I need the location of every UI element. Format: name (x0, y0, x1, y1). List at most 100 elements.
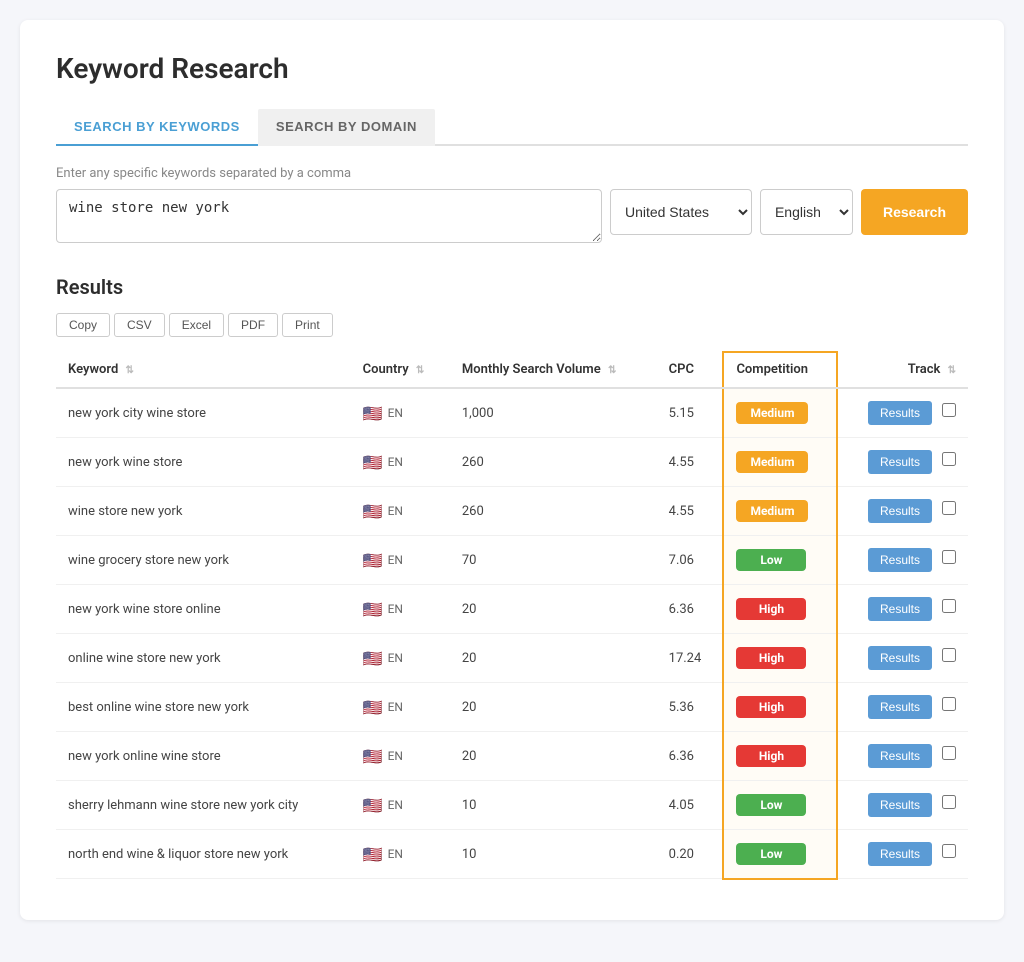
results-link-button[interactable]: Results (868, 401, 932, 425)
col-track: Track ⇅ (837, 352, 968, 388)
sort-country-icon[interactable]: ⇅ (416, 365, 424, 376)
tabs-bar: SEARCH BY KEYWORDS SEARCH BY DOMAIN (56, 109, 968, 146)
tab-domain[interactable]: SEARCH BY DOMAIN (258, 109, 435, 146)
results-cell: Results (837, 585, 968, 634)
track-checkbox[interactable] (942, 795, 956, 809)
results-link-button[interactable]: Results (868, 695, 932, 719)
flag-icon: 🇺🇸 (363, 747, 383, 766)
lang-code: EN (388, 553, 403, 567)
cpc-cell: 5.36 (657, 683, 724, 732)
results-link-button[interactable]: Results (868, 842, 932, 866)
competition-cell: High (723, 683, 837, 732)
flag-icon: 🇺🇸 (363, 845, 383, 864)
table-row: new york city wine store 🇺🇸 EN 1,0005.15Med… (56, 388, 968, 438)
competition-badge: Medium (736, 500, 808, 522)
competition-badge: High (736, 598, 806, 620)
volume-cell: 1,000 (450, 388, 657, 438)
keyword-cell: wine store new york (56, 487, 351, 536)
cpc-cell: 7.06 (657, 536, 724, 585)
sort-track-icon[interactable]: ⇅ (948, 365, 956, 376)
track-checkbox[interactable] (942, 844, 956, 858)
results-cell: Results (837, 634, 968, 683)
keyword-cell: new york city wine store (56, 388, 351, 438)
sort-keyword-icon[interactable]: ⇅ (126, 365, 134, 376)
page-container: Keyword Research SEARCH BY KEYWORDS SEAR… (20, 20, 1004, 920)
results-cell: Results (837, 536, 968, 585)
competition-badge: High (736, 745, 806, 767)
flag-icon: 🇺🇸 (363, 404, 383, 423)
country-cell: 🇺🇸 EN (351, 536, 450, 585)
lang-code: EN (388, 602, 403, 616)
table-row: wine grocery store new york🇺🇸EN707.06Low… (56, 536, 968, 585)
results-link-button[interactable]: Results (868, 548, 932, 572)
lang-code: EN (388, 798, 403, 812)
results-link-button[interactable]: Results (868, 646, 932, 670)
track-checkbox[interactable] (942, 452, 956, 466)
table-row: sherry lehmann wine store new york city🇺… (56, 781, 968, 830)
export-print-button[interactable]: Print (282, 313, 333, 337)
table-row: online wine store new york🇺🇸EN2017.24Hig… (56, 634, 968, 683)
track-checkbox[interactable] (942, 746, 956, 760)
country-cell: 🇺🇸EN (351, 683, 450, 732)
track-checkbox[interactable] (942, 599, 956, 613)
research-button[interactable]: Research (861, 189, 968, 235)
cpc-cell: 4.55 (657, 487, 724, 536)
competition-badge: Medium (736, 451, 808, 473)
cpc-cell: 5.15 (657, 388, 724, 438)
tab-keywords[interactable]: SEARCH BY KEYWORDS (56, 109, 258, 146)
flag-icon: 🇺🇸 (363, 600, 383, 619)
language-select[interactable]: English Spanish French German (760, 189, 853, 235)
results-link-button[interactable]: Results (868, 597, 932, 621)
competition-cell: High (723, 732, 837, 781)
competition-cell: Medium (723, 388, 837, 438)
country-select[interactable]: United States United Kingdom Canada Aust… (610, 189, 752, 235)
volume-cell: 20 (450, 585, 657, 634)
sort-volume-icon[interactable]: ⇅ (608, 365, 616, 376)
search-row: wine store new york United States United… (56, 189, 968, 243)
keyword-cell: best online wine store new york (56, 683, 351, 732)
competition-cell: Medium (723, 487, 837, 536)
keyword-input[interactable]: wine store new york (56, 189, 602, 243)
table-row: north end wine & liquor store new york🇺🇸… (56, 830, 968, 879)
results-title: Results (56, 275, 968, 299)
cpc-cell: 17.24 (657, 634, 724, 683)
results-link-button[interactable]: Results (868, 793, 932, 817)
table-wrapper: Keyword ⇅ Country ⇅ Monthly Search Volum… (56, 351, 968, 880)
volume-cell: 260 (450, 438, 657, 487)
lang-code: EN (388, 651, 403, 665)
export-excel-button[interactable]: Excel (169, 313, 224, 337)
keyword-cell: online wine store new york (56, 634, 351, 683)
track-checkbox[interactable] (942, 501, 956, 515)
export-pdf-button[interactable]: PDF (228, 313, 278, 337)
track-checkbox[interactable] (942, 550, 956, 564)
lang-code: EN (388, 406, 403, 420)
results-link-button[interactable]: Results (868, 744, 932, 768)
export-copy-button[interactable]: Copy (56, 313, 110, 337)
flag-icon: 🇺🇸 (363, 698, 383, 717)
competition-cell: High (723, 634, 837, 683)
flag-icon: 🇺🇸 (363, 551, 383, 570)
flag-icon: 🇺🇸 (363, 453, 383, 472)
volume-cell: 20 (450, 683, 657, 732)
track-checkbox[interactable] (942, 403, 956, 417)
table-row: best online wine store new york🇺🇸EN205.3… (56, 683, 968, 732)
track-checkbox[interactable] (942, 648, 956, 662)
competition-cell: Medium (723, 438, 837, 487)
track-checkbox[interactable] (942, 697, 956, 711)
col-competition: Competition (723, 352, 837, 388)
search-label: Enter any specific keywords separated by… (56, 166, 968, 181)
cpc-cell: 0.20 (657, 830, 724, 879)
results-cell: Results (837, 781, 968, 830)
export-csv-button[interactable]: CSV (114, 313, 165, 337)
country-cell: 🇺🇸EN (351, 487, 450, 536)
country-cell: 🇺🇸 EN (351, 732, 450, 781)
results-link-button[interactable]: Results (868, 499, 932, 523)
volume-cell: 260 (450, 487, 657, 536)
results-cell: Results (837, 388, 968, 438)
country-cell: 🇺🇸EN (351, 438, 450, 487)
competition-badge: Low (736, 794, 806, 816)
lang-code: EN (388, 749, 403, 763)
competition-badge: Low (736, 843, 806, 865)
volume-cell: 10 (450, 830, 657, 879)
results-link-button[interactable]: Results (868, 450, 932, 474)
